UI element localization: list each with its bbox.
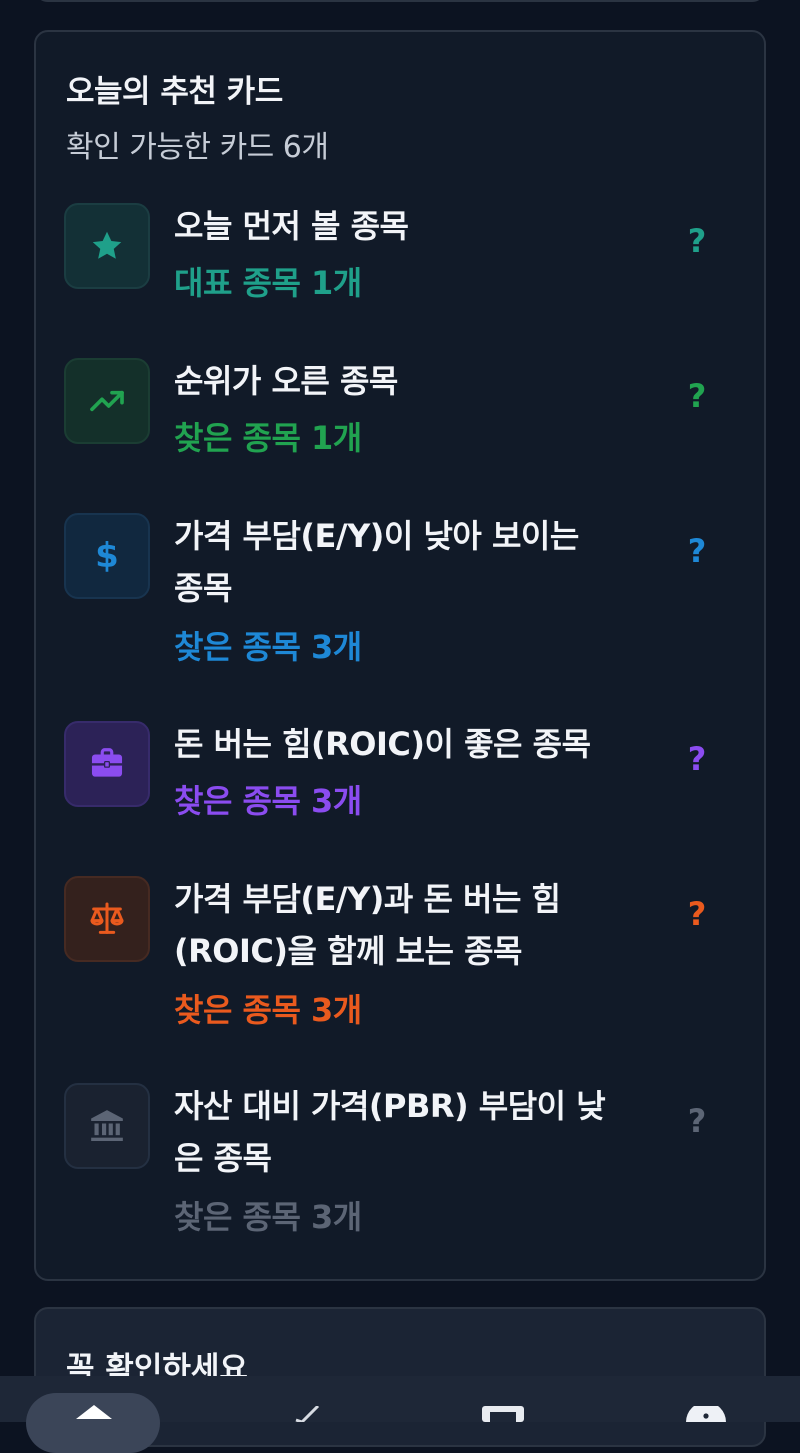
help-icon[interactable]: ? [682, 740, 712, 778]
icon-container [64, 1083, 150, 1169]
help-icon[interactable]: ? [682, 377, 712, 415]
item-count: 찾은 종목 1개 [174, 419, 362, 457]
trending-up-icon [90, 390, 124, 412]
help-icon[interactable]: ? [682, 222, 712, 260]
icon-container [64, 203, 150, 289]
bottom-nav [0, 1376, 800, 1453]
check-icon[interactable] [292, 1406, 320, 1422]
home-icon [76, 1405, 112, 1419]
help-icon[interactable]: ? [682, 532, 712, 570]
icon-container [64, 721, 150, 807]
list-item[interactable]: 오늘 먼저 볼 종목 대표 종목 1개 ? [36, 200, 764, 320]
card-title: 오늘의 추천 카드 [66, 74, 283, 110]
list-item[interactable]: 가격 부담(E/Y)과 돈 버는 힘(ROIC)을 함께 보는 종목 찾은 종목… [36, 873, 764, 1043]
icon-container [64, 358, 150, 444]
bank-icon [91, 1110, 123, 1141]
news-icon[interactable] [482, 1406, 524, 1422]
info-icon[interactable] [684, 1406, 728, 1422]
item-title: 돈 버는 힘(ROIC)이 좋은 종목 [174, 725, 591, 763]
briefcase-icon [91, 748, 123, 777]
previous-card [34, 0, 766, 2]
list-item[interactable]: $ 가격 부담(E/Y)이 낮아 보이는 종목 찾은 종목 3개 ? [36, 510, 764, 680]
item-count: 찾은 종목 3개 [174, 782, 362, 820]
recommend-card: 오늘의 추천 카드 확인 가능한 카드 6개 오늘 먼저 볼 종목 대표 종목 … [34, 30, 766, 1281]
item-title: 가격 부담(E/Y)이 낮아 보이는 종목 [174, 517, 579, 607]
item-title: 오늘 먼저 볼 종목 [174, 207, 409, 245]
list-item[interactable]: 돈 버는 힘(ROIC)이 좋은 종목 찾은 종목 3개 ? [36, 718, 764, 838]
icon-container [64, 876, 150, 962]
item-title: 가격 부담(E/Y)과 돈 버는 힘(ROIC)을 함께 보는 종목 [174, 880, 561, 970]
star-icon [92, 231, 122, 259]
icon-container: $ [64, 513, 150, 599]
help-icon[interactable]: ? [682, 895, 712, 933]
item-count: 찾은 종목 3개 [174, 991, 362, 1029]
item-title: 자산 대비 가격(PBR) 부담이 낮은 종목 [174, 1087, 606, 1177]
dollar-icon: $ [95, 536, 119, 576]
item-title: 순위가 오른 종목 [174, 362, 398, 400]
item-count: 찾은 종목 3개 [174, 1198, 362, 1236]
nav-home-button[interactable] [26, 1393, 160, 1453]
card-subtitle: 확인 가능한 카드 6개 [66, 130, 329, 165]
item-count: 대표 종목 1개 [174, 264, 362, 302]
help-icon[interactable]: ? [682, 1102, 712, 1140]
list-item[interactable]: 순위가 오른 종목 찾은 종목 1개 ? [36, 355, 764, 475]
scale-icon [90, 902, 124, 934]
list-item[interactable]: 자산 대비 가격(PBR) 부담이 낮은 종목 찾은 종목 3개 ? [36, 1080, 764, 1250]
item-count: 찾은 종목 3개 [174, 628, 362, 666]
